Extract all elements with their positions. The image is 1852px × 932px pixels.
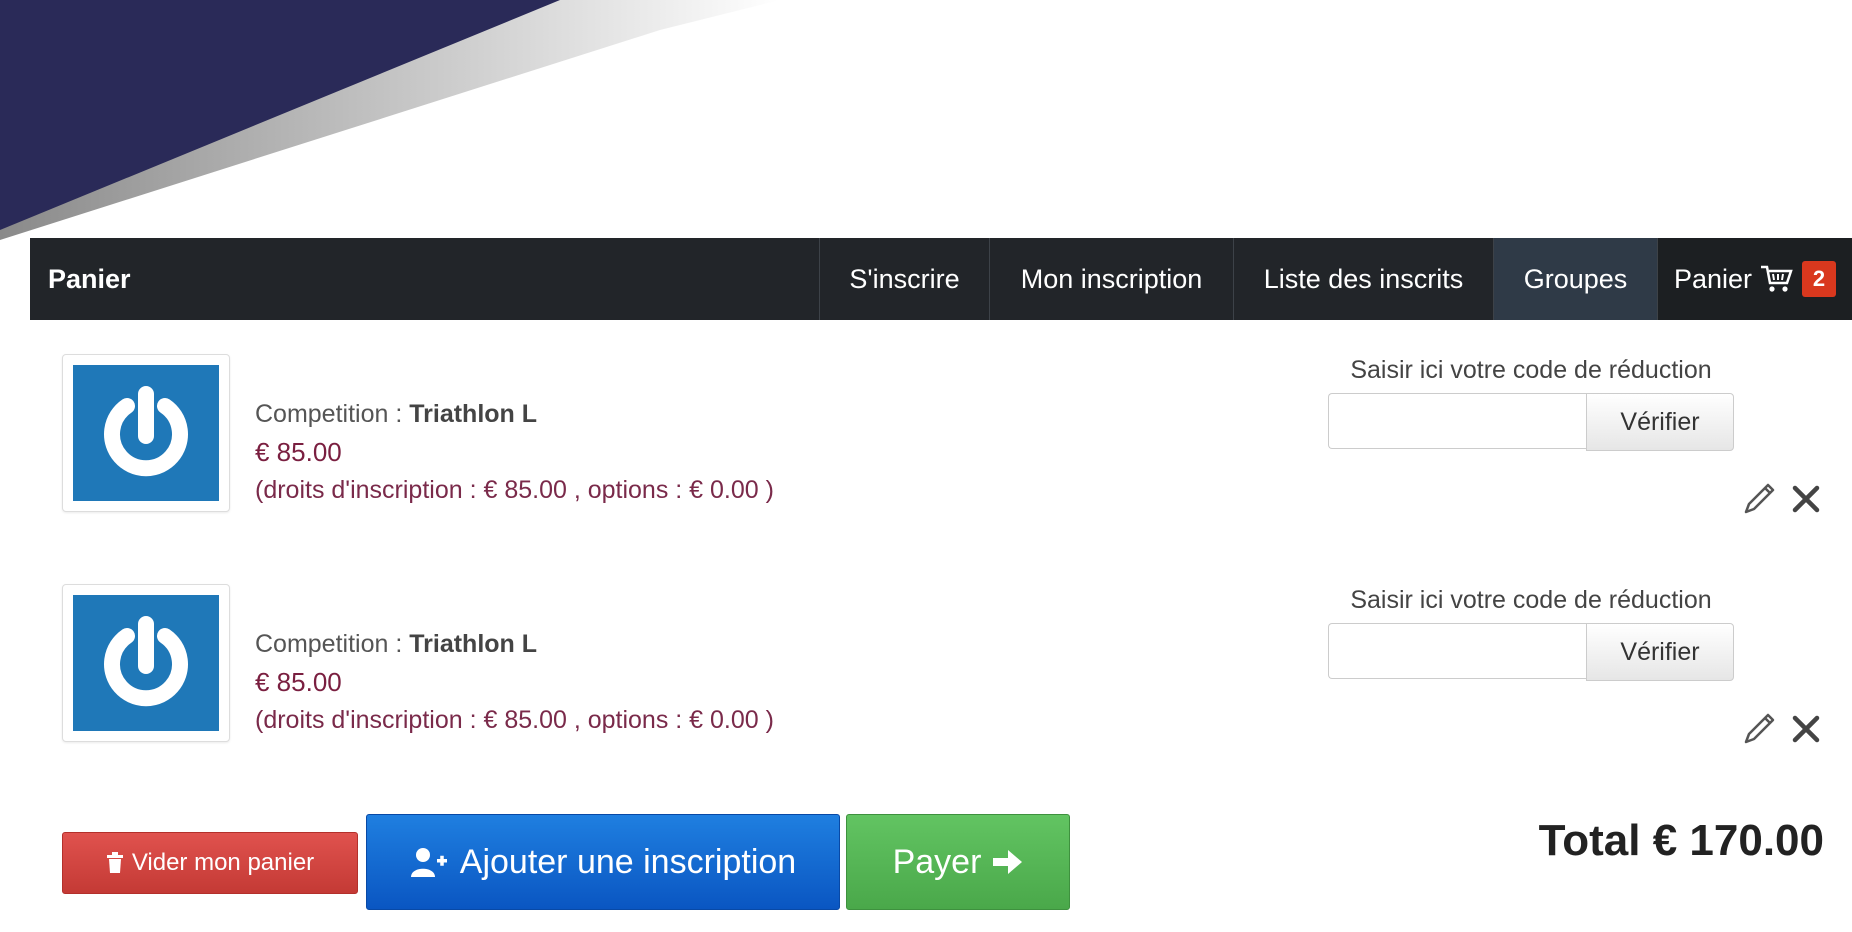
power-ring-icon <box>73 595 219 731</box>
competition-line: Competition : Triathlon L <box>255 400 774 429</box>
nav-liste-des-inscrits[interactable]: Liste des inscrits <box>1233 238 1493 320</box>
close-icon[interactable] <box>1790 483 1822 515</box>
nav-panier-label: Panier <box>1673 263 1753 294</box>
pencil-icon[interactable] <box>1740 480 1778 518</box>
nav-panier[interactable]: Panier 2 <box>1657 238 1852 320</box>
nav-groupes[interactable]: Groupes <box>1493 238 1657 320</box>
verify-button[interactable]: Vérifier <box>1586 623 1734 681</box>
competition-prefix: Competition : <box>255 400 403 428</box>
competition-thumbnail <box>62 584 230 742</box>
nav-s-inscrire[interactable]: S'inscrire <box>819 238 989 320</box>
price-breakdown: (droits d'inscription : € 85.00 , option… <box>255 706 774 734</box>
discount-code-label: Saisir ici votre code de réduction <box>1350 586 1712 614</box>
decorative-swoosh <box>0 0 780 240</box>
shopping-cart-icon <box>1760 264 1794 294</box>
empty-cart-label: Vider mon panier <box>131 849 315 876</box>
discount-code-section: Saisir ici votre code de réduction Vérif… <box>1328 356 1734 451</box>
nav-mon-inscription[interactable]: Mon inscription <box>989 238 1233 320</box>
cart-item: Competition : Triathlon L € 85.00 (droit… <box>0 580 1852 760</box>
item-details: Competition : Triathlon L € 85.00 (droit… <box>255 630 774 735</box>
competition-name: Triathlon L <box>409 400 538 428</box>
discount-code-input[interactable] <box>1328 623 1586 679</box>
add-registration-button[interactable]: Ajouter une inscription <box>366 814 840 910</box>
cart-item: Competition : Triathlon L € 85.00 (droit… <box>0 350 1852 530</box>
close-icon[interactable] <box>1790 713 1822 745</box>
discount-code-label: Saisir ici votre code de réduction <box>1350 356 1712 384</box>
verify-button[interactable]: Vérifier <box>1586 393 1734 451</box>
navbar-brand[interactable]: Panier <box>30 238 819 320</box>
pay-label: Payer <box>892 842 982 881</box>
item-price: € 85.00 <box>255 667 342 697</box>
pay-button[interactable]: Payer <box>846 814 1070 910</box>
pencil-icon[interactable] <box>1740 710 1778 748</box>
discount-code-input[interactable] <box>1328 393 1586 449</box>
item-details: Competition : Triathlon L € 85.00 (droit… <box>255 400 774 505</box>
cart-count-badge: 2 <box>1802 261 1837 297</box>
competition-thumbnail <box>62 354 230 512</box>
cart-total: Total € 170.00 <box>1538 816 1824 865</box>
competition-name: Triathlon L <box>409 630 538 658</box>
discount-code-section: Saisir ici votre code de réduction Vérif… <box>1328 586 1734 681</box>
empty-cart-button[interactable]: Vider mon panier <box>62 832 358 894</box>
competition-prefix: Competition : <box>255 630 403 658</box>
item-actions <box>1740 710 1822 748</box>
price-breakdown: (droits d'inscription : € 85.00 , option… <box>255 476 774 504</box>
item-price: € 85.00 <box>255 437 342 467</box>
top-navbar: Panier S'inscrire Mon inscription Liste … <box>30 238 1852 320</box>
power-ring-icon <box>73 365 219 501</box>
page: Panier S'inscrire Mon inscription Liste … <box>0 0 1852 932</box>
item-actions <box>1740 480 1822 518</box>
arrow-right-icon <box>993 850 1023 874</box>
competition-line: Competition : Triathlon L <box>255 630 774 659</box>
trash-icon <box>106 852 123 873</box>
add-registration-label: Ajouter une inscription <box>459 842 797 881</box>
discount-code-row: Vérifier <box>1328 623 1734 681</box>
add-user-icon <box>410 848 447 877</box>
discount-code-row: Vérifier <box>1328 393 1734 451</box>
